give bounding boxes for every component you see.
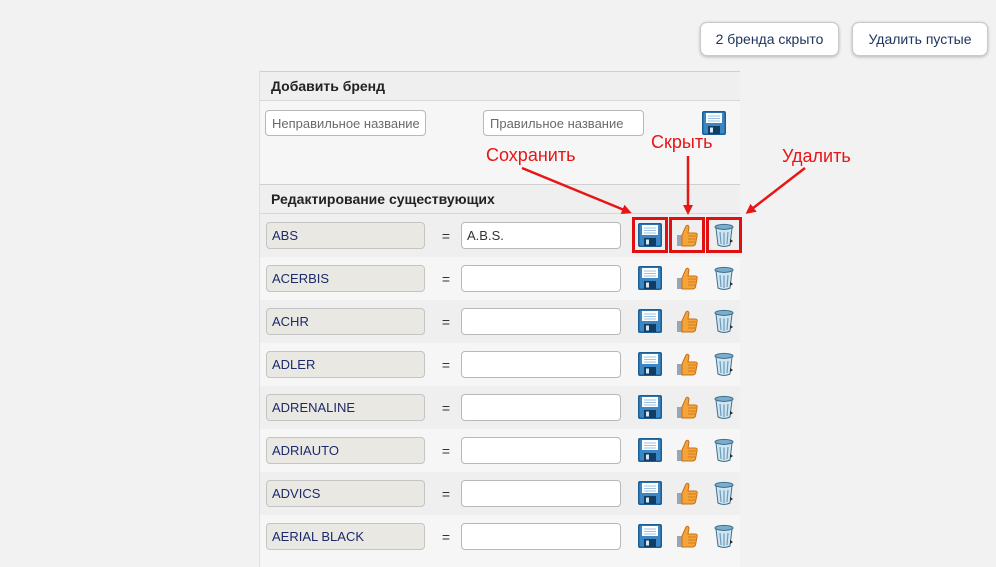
equals-sign: =	[441, 485, 451, 502]
thumbs-up-icon[interactable]	[673, 307, 701, 335]
brand-alias-input[interactable]	[461, 523, 621, 550]
thumbs-up-icon[interactable]	[673, 479, 701, 507]
thumbs-up-icon[interactable]	[673, 393, 701, 421]
brand-row: ADRIAUTO =	[260, 429, 740, 472]
delete-empty-button[interactable]: Удалить пустые	[852, 22, 988, 56]
brand-row: ACHR =	[260, 300, 740, 343]
trash-can-icon[interactable]	[710, 436, 738, 464]
brand-row: ADVICS =	[260, 472, 740, 515]
brand-name-field: ACHR	[266, 308, 425, 335]
trash-can-icon[interactable]	[710, 393, 738, 421]
equals-sign: =	[441, 442, 451, 459]
floppy-disk-icon[interactable]	[632, 217, 668, 253]
brand-alias-input[interactable]	[461, 351, 621, 378]
brand-name-field: ADLER	[266, 351, 425, 378]
thumbs-up-icon[interactable]	[673, 436, 701, 464]
trash-can-icon[interactable]	[710, 522, 738, 550]
hidden-brands-button[interactable]: 2 бренда скрыто	[700, 22, 839, 56]
brand-row: AERIAL BLACK =	[260, 515, 740, 558]
floppy-disk-icon[interactable]	[636, 264, 664, 292]
right-name-input[interactable]	[483, 110, 644, 136]
brand-name-field: ADVICS	[266, 480, 425, 507]
edit-existing-heading: Редактирование существующих	[260, 184, 740, 214]
thumbs-up-icon[interactable]	[673, 264, 701, 292]
brand-alias-input[interactable]	[461, 394, 621, 421]
floppy-disk-icon[interactable]	[636, 522, 664, 550]
thumbs-up-icon[interactable]	[669, 217, 705, 253]
brand-alias-input[interactable]	[461, 480, 621, 507]
brand-alias-input[interactable]	[461, 437, 621, 464]
trash-can-icon[interactable]	[710, 264, 738, 292]
brand-name-field: AERIAL BLACK	[266, 523, 425, 550]
trash-can-icon[interactable]	[706, 217, 742, 253]
trash-can-icon[interactable]	[710, 479, 738, 507]
annotation-save-label: Сохранить	[486, 145, 576, 165]
equals-sign: =	[441, 528, 451, 545]
brand-name-field: ADRIAUTO	[266, 437, 425, 464]
brand-row: ABS =	[260, 214, 742, 257]
brand-alias-input[interactable]	[461, 265, 621, 292]
brand-row: ACERBIS =	[260, 257, 740, 300]
annotation-hide-label: Скрыть	[651, 132, 713, 152]
equals-sign: =	[441, 399, 451, 416]
thumbs-up-icon[interactable]	[673, 522, 701, 550]
brand-name-field: ABS	[266, 222, 425, 249]
brand-alias-input[interactable]	[461, 308, 621, 335]
add-brand-heading: Добавить бренд	[260, 71, 740, 101]
trash-can-icon[interactable]	[710, 307, 738, 335]
thumbs-up-icon[interactable]	[673, 350, 701, 378]
floppy-disk-icon[interactable]	[636, 307, 664, 335]
equals-sign: =	[441, 227, 451, 244]
brand-name-field: ACERBIS	[266, 265, 425, 292]
arrow-to-delete	[745, 167, 806, 214]
floppy-disk-icon[interactable]	[636, 393, 664, 421]
trash-can-icon[interactable]	[710, 350, 738, 378]
annotation-delete-label: Удалить	[782, 146, 851, 166]
equals-sign: =	[441, 356, 451, 373]
brand-row: ADRENALINE =	[260, 386, 740, 429]
floppy-disk-icon[interactable]	[636, 436, 664, 464]
equals-sign: =	[441, 313, 451, 330]
wrong-name-input[interactable]	[265, 110, 426, 136]
brand-alias-input[interactable]	[461, 222, 621, 249]
equals-sign: =	[441, 270, 451, 287]
brand-row: ADLER =	[260, 343, 740, 386]
floppy-disk-icon[interactable]	[636, 479, 664, 507]
brand-name-field: ADRENALINE	[266, 394, 425, 421]
floppy-disk-icon[interactable]	[636, 350, 664, 378]
